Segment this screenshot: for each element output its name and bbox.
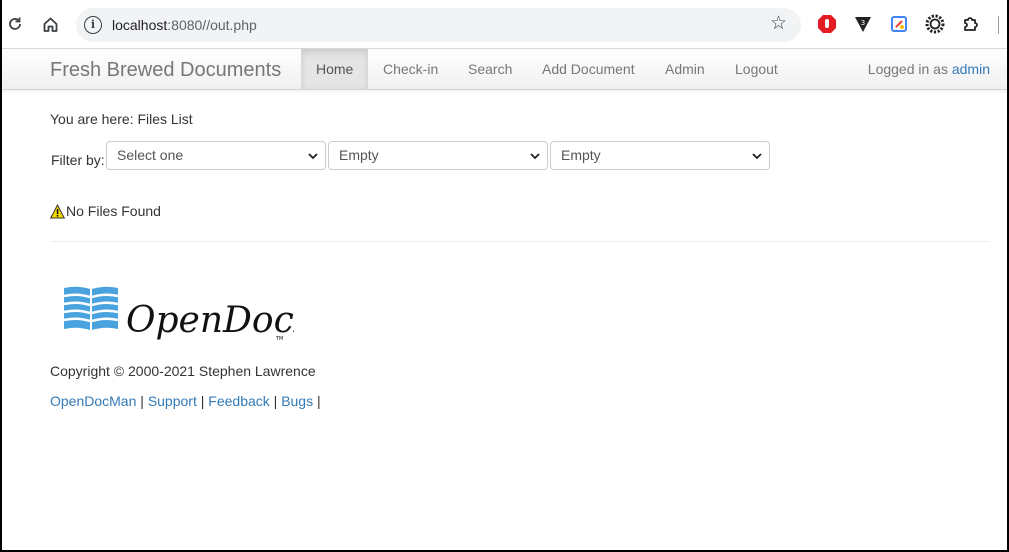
footer-link-feedback[interactable]: Feedback — [208, 393, 269, 409]
extension-colorful-icon[interactable] — [889, 14, 909, 34]
nav-add-document[interactable]: Add Document — [527, 49, 650, 89]
toolbar-divider — [998, 16, 999, 34]
footer-separator: | — [200, 393, 205, 409]
app-navbar: Fresh Brewed Documents Home Check-in Sea… — [0, 49, 1009, 90]
divider — [50, 241, 990, 242]
book-icon — [64, 286, 118, 330]
footer-link-opendocman[interactable]: OpenDocMan — [50, 393, 136, 409]
chevron-down-icon — [752, 153, 762, 160]
extension-v-icon[interactable]: 3 — [853, 14, 873, 34]
filter-select-2[interactable]: Empty — [328, 141, 548, 170]
adblock-extension-icon[interactable] — [817, 14, 837, 34]
filter-select-1[interactable]: Select one — [106, 141, 326, 170]
home-icon[interactable] — [38, 12, 62, 36]
address-bar[interactable]: i localhost:8080//out.php ☆ — [76, 8, 801, 42]
url-text[interactable]: localhost:8080//out.php — [112, 17, 257, 33]
footer-links: OpenDocMan | Support | Feedback | Bugs | — [50, 393, 321, 409]
logged-in-label: Logged in as — [867, 61, 948, 77]
chevron-down-icon — [308, 153, 318, 160]
svg-text:OpenDocMan: OpenDocMan — [126, 300, 294, 341]
no-files-message: No Files Found — [50, 203, 161, 219]
site-info-icon[interactable]: i — [84, 16, 102, 34]
footer-separator: | — [273, 393, 278, 409]
footer-link-bugs[interactable]: Bugs — [281, 393, 313, 409]
filter-label: Filter by: — [51, 152, 105, 168]
chevron-down-icon — [530, 153, 540, 160]
footer-separator: | — [317, 393, 321, 409]
nav-admin[interactable]: Admin — [650, 49, 720, 89]
brand-title[interactable]: Fresh Brewed Documents — [50, 59, 281, 82]
footer-separator: | — [140, 393, 144, 409]
user-link[interactable]: admin — [952, 61, 990, 77]
filter-select-2-value: Empty — [339, 147, 379, 163]
nav-search[interactable]: Search — [453, 49, 527, 89]
footer-link-support[interactable]: Support — [148, 393, 197, 409]
nav-home[interactable]: Home — [301, 49, 369, 89]
svg-text:TM: TM — [275, 336, 283, 342]
browser-toolbar: i localhost:8080//out.php ☆ 3 — [0, 0, 1009, 49]
copyright-text: Copyright © 2000-2021 Stephen Lawrence — [50, 363, 316, 379]
extensions-puzzle-icon[interactable] — [961, 14, 981, 34]
extension-gear-icon[interactable] — [925, 14, 945, 34]
opendocman-logo: OpenDocMan TM — [62, 280, 375, 355]
svg-text:3: 3 — [861, 19, 865, 27]
bookmark-star-icon[interactable]: ☆ — [770, 14, 787, 34]
breadcrumb: You are here: Files List — [50, 111, 193, 127]
nav-check-in[interactable]: Check-in — [368, 49, 453, 89]
filter-select-3[interactable]: Empty — [550, 141, 770, 170]
filter-select-3-value: Empty — [561, 147, 601, 163]
reload-icon[interactable] — [3, 12, 27, 36]
warning-icon — [50, 203, 65, 218]
no-files-text: No Files Found — [66, 203, 161, 219]
filter-select-1-value: Select one — [117, 147, 184, 163]
nav-logout[interactable]: Logout — [720, 49, 793, 89]
logged-in-status: Logged in as admin — [868, 49, 990, 89]
